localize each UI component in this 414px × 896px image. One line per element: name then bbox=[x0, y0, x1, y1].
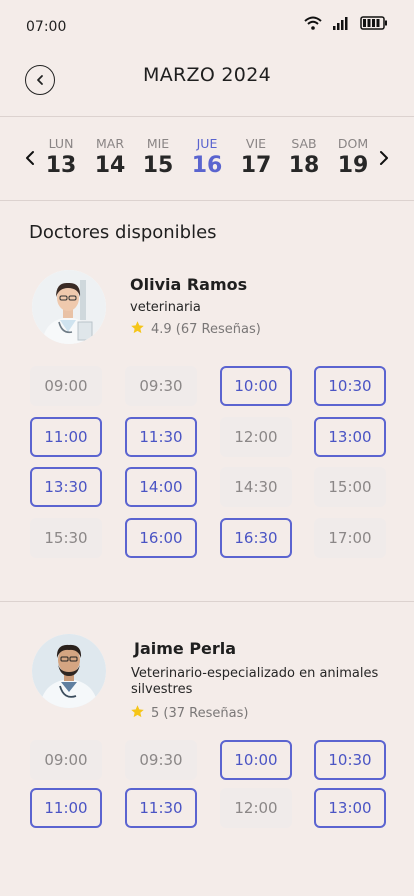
day-label: SAB bbox=[291, 136, 317, 151]
day-label: LUN bbox=[48, 136, 74, 151]
day-label: DOM bbox=[337, 136, 369, 151]
section-title: Doctores disponibles bbox=[29, 222, 217, 243]
next-week-button[interactable] bbox=[374, 148, 394, 172]
chevron-right-icon bbox=[379, 150, 389, 170]
day-sab[interactable]: SAB 18 bbox=[280, 136, 328, 178]
day-number: 14 bbox=[94, 153, 126, 178]
doctor-rating: 5 (37 Reseñas) bbox=[130, 704, 248, 723]
day-label: VIE bbox=[245, 136, 267, 151]
time-slot-1330[interactable]: 13:30 bbox=[30, 467, 102, 507]
time-slot-1000[interactable]: 10:00 bbox=[220, 366, 292, 406]
time-slot-1200: 12:00 bbox=[220, 416, 292, 457]
time-slot-1130[interactable]: 11:30 bbox=[125, 416, 197, 457]
time-slot-1130[interactable]: 11:30 bbox=[125, 788, 197, 828]
time-slot-1430: 14:30 bbox=[220, 467, 292, 507]
time-slot-1400[interactable]: 14:00 bbox=[125, 467, 197, 507]
status-time: 07:00 bbox=[26, 19, 67, 35]
day-mie[interactable]: MIE 15 bbox=[134, 136, 182, 178]
time-slot-1300[interactable]: 13:00 bbox=[314, 788, 386, 828]
header: MARZO 2024 bbox=[0, 56, 414, 116]
time-slot-1030[interactable]: 10:30 bbox=[314, 366, 386, 406]
divider bbox=[0, 116, 414, 117]
rating-text: 5 (37 Reseñas) bbox=[151, 706, 249, 721]
doctor-role: veterinaria bbox=[130, 300, 201, 315]
day-number: 18 bbox=[288, 153, 320, 178]
doctor-role-line: Veterinario-especializado en animales bbox=[131, 666, 379, 681]
day-jue[interactable]: JUE 16 bbox=[183, 136, 231, 178]
time-slot-1500: 15:00 bbox=[314, 467, 386, 507]
battery-icon bbox=[360, 16, 388, 30]
star-icon bbox=[130, 704, 145, 723]
time-slot-1030[interactable]: 10:30 bbox=[314, 740, 386, 780]
day-dom[interactable]: DOM 19 bbox=[329, 136, 377, 178]
wifi-icon bbox=[304, 16, 322, 30]
day-label: MIE bbox=[146, 136, 170, 151]
chevron-left-icon bbox=[25, 150, 35, 170]
rating-text: 4.9 (67 Reseñas) bbox=[151, 322, 261, 337]
time-slot-1100[interactable]: 11:00 bbox=[30, 416, 102, 457]
day-number: 15 bbox=[142, 153, 174, 178]
doctor-role-line: silvestres bbox=[131, 682, 193, 697]
time-slot-0900: 09:00 bbox=[30, 366, 102, 406]
status-bar: 07:00 bbox=[0, 0, 414, 56]
doctor-avatar[interactable] bbox=[32, 270, 106, 344]
day-label: JUE bbox=[196, 136, 218, 151]
time-slot-1600[interactable]: 16:00 bbox=[125, 517, 197, 558]
day-number: 19 bbox=[337, 153, 369, 178]
divider bbox=[0, 200, 414, 201]
page-title: MARZO 2024 bbox=[143, 64, 271, 86]
doctor-name: Jaime Perla bbox=[134, 639, 237, 658]
day-lun[interactable]: LUN 13 bbox=[37, 136, 85, 178]
day-label: MAR bbox=[95, 136, 125, 151]
signal-icon bbox=[332, 16, 350, 30]
day-vie[interactable]: VIE 17 bbox=[232, 136, 280, 178]
day-number: 13 bbox=[45, 153, 77, 178]
time-slot-1530: 15:30 bbox=[30, 517, 102, 558]
doctor-name: Olivia Ramos bbox=[130, 275, 248, 294]
time-slot-1000[interactable]: 10:00 bbox=[220, 740, 292, 780]
status-icons bbox=[304, 16, 388, 30]
time-slot-1700: 17:00 bbox=[314, 517, 386, 558]
time-slot-1200: 12:00 bbox=[220, 788, 292, 828]
day-number: 17 bbox=[240, 153, 272, 178]
doctor-rating: 4.9 (67 Reseñas) bbox=[130, 320, 261, 339]
week-selector: LUN 13 MAR 14 MIE 15 JUE 16 VIE 17 SAB 1… bbox=[0, 118, 414, 200]
doctor-role: Veterinario-especializado en animales si… bbox=[131, 666, 378, 698]
time-slot-0900: 09:00 bbox=[30, 740, 102, 780]
star-icon bbox=[130, 320, 145, 339]
doctor-avatar[interactable] bbox=[32, 634, 106, 708]
time-slot-0930: 09:30 bbox=[125, 740, 197, 780]
time-slot-1630[interactable]: 16:30 bbox=[220, 517, 292, 558]
time-slot-1100[interactable]: 11:00 bbox=[30, 788, 102, 828]
divider bbox=[0, 601, 414, 602]
day-mar[interactable]: MAR 14 bbox=[86, 136, 134, 178]
day-number: 16 bbox=[191, 153, 223, 178]
time-slot-1300[interactable]: 13:00 bbox=[314, 416, 386, 457]
time-slot-0930: 09:30 bbox=[125, 366, 197, 406]
